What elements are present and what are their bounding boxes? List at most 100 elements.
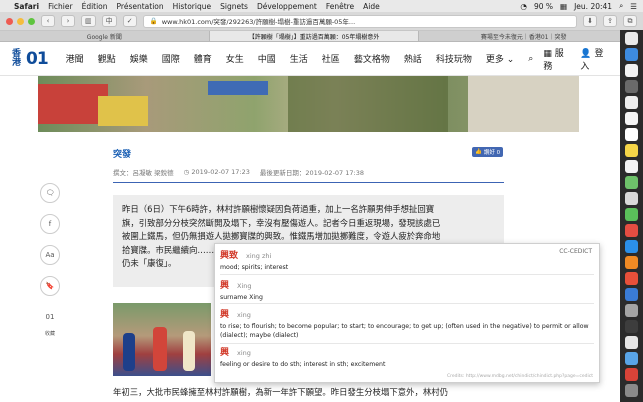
- collect-button[interactable]: 01: [40, 307, 60, 327]
- download-icon[interactable]: ⬇: [583, 15, 597, 27]
- comment-button[interactable]: 🗨: [40, 183, 60, 203]
- extension-icon[interactable]: 中: [101, 15, 117, 27]
- nav-entertainment[interactable]: 娛樂: [130, 52, 148, 65]
- forward-button[interactable]: ›: [61, 15, 75, 27]
- acrobat-icon[interactable]: [625, 368, 638, 381]
- tab-bar: Google 新聞 【許願樹「塌樹」】重訪過百萬願：05年塌樹意外 賽場至今未復…: [0, 31, 643, 42]
- entry-hanzi: 興: [220, 281, 230, 291]
- flag-icon[interactable]: ▦: [560, 2, 567, 11]
- login-button[interactable]: 👤 登入: [580, 46, 610, 72]
- launchpad-icon[interactable]: [625, 80, 638, 93]
- tab-google-news[interactable]: Google 新聞: [0, 31, 210, 41]
- tab-label: Google 新聞: [86, 33, 122, 41]
- close-window-button[interactable]: [6, 17, 13, 25]
- appstore-icon[interactable]: [625, 48, 638, 61]
- tab-hk01-article[interactable]: 【許願樹「塌樹」】重訪過百萬願：05年塌樹意外: [209, 31, 420, 41]
- sidebar-toggle-icon[interactable]: ▥: [81, 15, 96, 27]
- font-size-button[interactable]: Aa: [40, 245, 60, 265]
- messages-icon[interactable]: [625, 208, 638, 221]
- terminal-icon[interactable]: [625, 320, 638, 333]
- entry-pinyin: xing: [237, 311, 251, 319]
- entry-definition: to rise; to flourish; to become popular;…: [220, 323, 589, 339]
- menu-edition[interactable]: Édition: [82, 2, 108, 11]
- entry-definition: feeling or desire to do sth; interest in…: [220, 361, 386, 368]
- menu-safari[interactable]: Safari: [14, 2, 39, 11]
- nav-tech[interactable]: 科技玩物: [436, 52, 472, 65]
- battery-status[interactable]: 90 %: [534, 2, 553, 11]
- share-sidebar: 🗨 f Aa 🔖 01 收藏: [38, 183, 62, 337]
- like-label: 讚好 0: [483, 150, 501, 156]
- menu-developpement[interactable]: Développement: [257, 2, 317, 11]
- photos-icon[interactable]: [625, 192, 638, 205]
- menu-fichier[interactable]: Fichier: [48, 2, 73, 11]
- facebook-like-button[interactable]: 👍 讚好 0: [472, 147, 504, 157]
- search-icon[interactable]: ⌕: [528, 54, 533, 64]
- menu-presentation[interactable]: Présentation: [117, 2, 164, 11]
- menu-list-icon[interactable]: ☰: [630, 2, 637, 11]
- menu-historique[interactable]: Historique: [173, 2, 211, 11]
- word-icon[interactable]: [625, 288, 638, 301]
- dictionary-popup[interactable]: CC-CEDICT 興致 xing zhi mood; spirits; int…: [214, 243, 600, 383]
- facebook-share-button[interactable]: f: [40, 214, 60, 234]
- dictionary-entry: 興 xing feeling or desire to do sth; inte…: [220, 345, 594, 371]
- nav-trending[interactable]: 熱話: [404, 52, 422, 65]
- itunes-icon[interactable]: [625, 272, 638, 285]
- nav-news[interactable]: 港聞: [66, 52, 84, 65]
- menu-signets[interactable]: Signets: [220, 2, 248, 11]
- contacts-icon[interactable]: [625, 112, 638, 125]
- bookmark-button[interactable]: 🔖: [40, 276, 60, 296]
- finder-icon[interactable]: [625, 32, 638, 45]
- preview-icon[interactable]: [625, 304, 638, 317]
- notes-icon[interactable]: [625, 144, 638, 157]
- system-preferences-icon[interactable]: [625, 64, 638, 77]
- zoom-window-button[interactable]: [28, 17, 35, 25]
- maps-icon[interactable]: [625, 176, 638, 189]
- address-bar[interactable]: 🔒 www.hk01.com/突發/292263/許願樹-塌樹-重訪過百萬願-0…: [142, 14, 577, 28]
- menu-aide[interactable]: Aide: [363, 2, 380, 11]
- nav-opinion[interactable]: 觀點: [98, 52, 116, 65]
- nav-international[interactable]: 國際: [162, 52, 180, 65]
- share-icon[interactable]: ⇪: [603, 15, 617, 27]
- calendar-icon[interactable]: [625, 128, 638, 141]
- collect-label: 收藏: [44, 331, 55, 337]
- textedit-icon[interactable]: [625, 336, 638, 349]
- article-category[interactable]: 突發: [113, 147, 131, 160]
- tabs-overview-icon[interactable]: ⧉: [623, 15, 637, 27]
- hk01-logo[interactable]: 香港 01: [12, 48, 49, 69]
- trash-icon[interactable]: [625, 384, 638, 397]
- published-date: 2019-02-07 17:23: [191, 168, 250, 176]
- reminders-icon[interactable]: [625, 160, 638, 173]
- nav-life[interactable]: 生活: [290, 52, 308, 65]
- facetime-icon[interactable]: [625, 240, 638, 253]
- clock[interactable]: Jeu. 20:41: [574, 2, 612, 11]
- tab-label: 【許願樹「塌樹」】重訪過百萬願：05年塌樹意外: [248, 33, 380, 41]
- checkmark-icon[interactable]: ✓: [122, 15, 137, 27]
- pages-icon[interactable]: [625, 256, 638, 269]
- summary-line: 旗，引致部分分枝突然斷開及塌下，幸沒有壓傷遊人。記者今日重返現場，發現該處已: [122, 217, 441, 228]
- xcode-icon[interactable]: [625, 352, 638, 365]
- search-icon[interactable]: ⌕: [619, 1, 623, 11]
- tab-hk01-breaking[interactable]: 賽場至今未復元｜香港01｜突發: [419, 31, 630, 41]
- nav-china[interactable]: 中國: [258, 52, 276, 65]
- services-button[interactable]: ▦ 服務: [543, 46, 570, 72]
- menu-fenetre[interactable]: Fenêtre: [326, 2, 354, 11]
- article-photo[interactable]: [113, 303, 211, 376]
- chrome-icon[interactable]: [625, 224, 638, 237]
- nav-community[interactable]: 社區: [322, 52, 340, 65]
- nav-sports[interactable]: 體育: [194, 52, 212, 65]
- safari-dock-icon[interactable]: [625, 96, 638, 109]
- wifi-icon[interactable]: ◔: [520, 2, 527, 11]
- back-button[interactable]: ‹: [41, 15, 55, 27]
- dictionary-entry: 興致 xing zhi mood; spirits; interest: [220, 248, 594, 275]
- logo-text-01: 01: [26, 48, 49, 69]
- nav-arts[interactable]: 藝文格物: [354, 52, 390, 65]
- comment-icon: 🗨: [45, 189, 55, 197]
- nav-more[interactable]: 更多 ⌄: [486, 52, 514, 65]
- nav-women[interactable]: 女生: [226, 52, 244, 65]
- facebook-icon: f: [48, 220, 52, 228]
- user-icon: 👤: [580, 48, 592, 59]
- minimize-window-button[interactable]: [17, 17, 24, 25]
- published-time: ◷ 2019-02-07 17:23: [184, 168, 250, 176]
- article-divider: [113, 182, 504, 183]
- hk01-collect-icon: 01: [45, 313, 55, 321]
